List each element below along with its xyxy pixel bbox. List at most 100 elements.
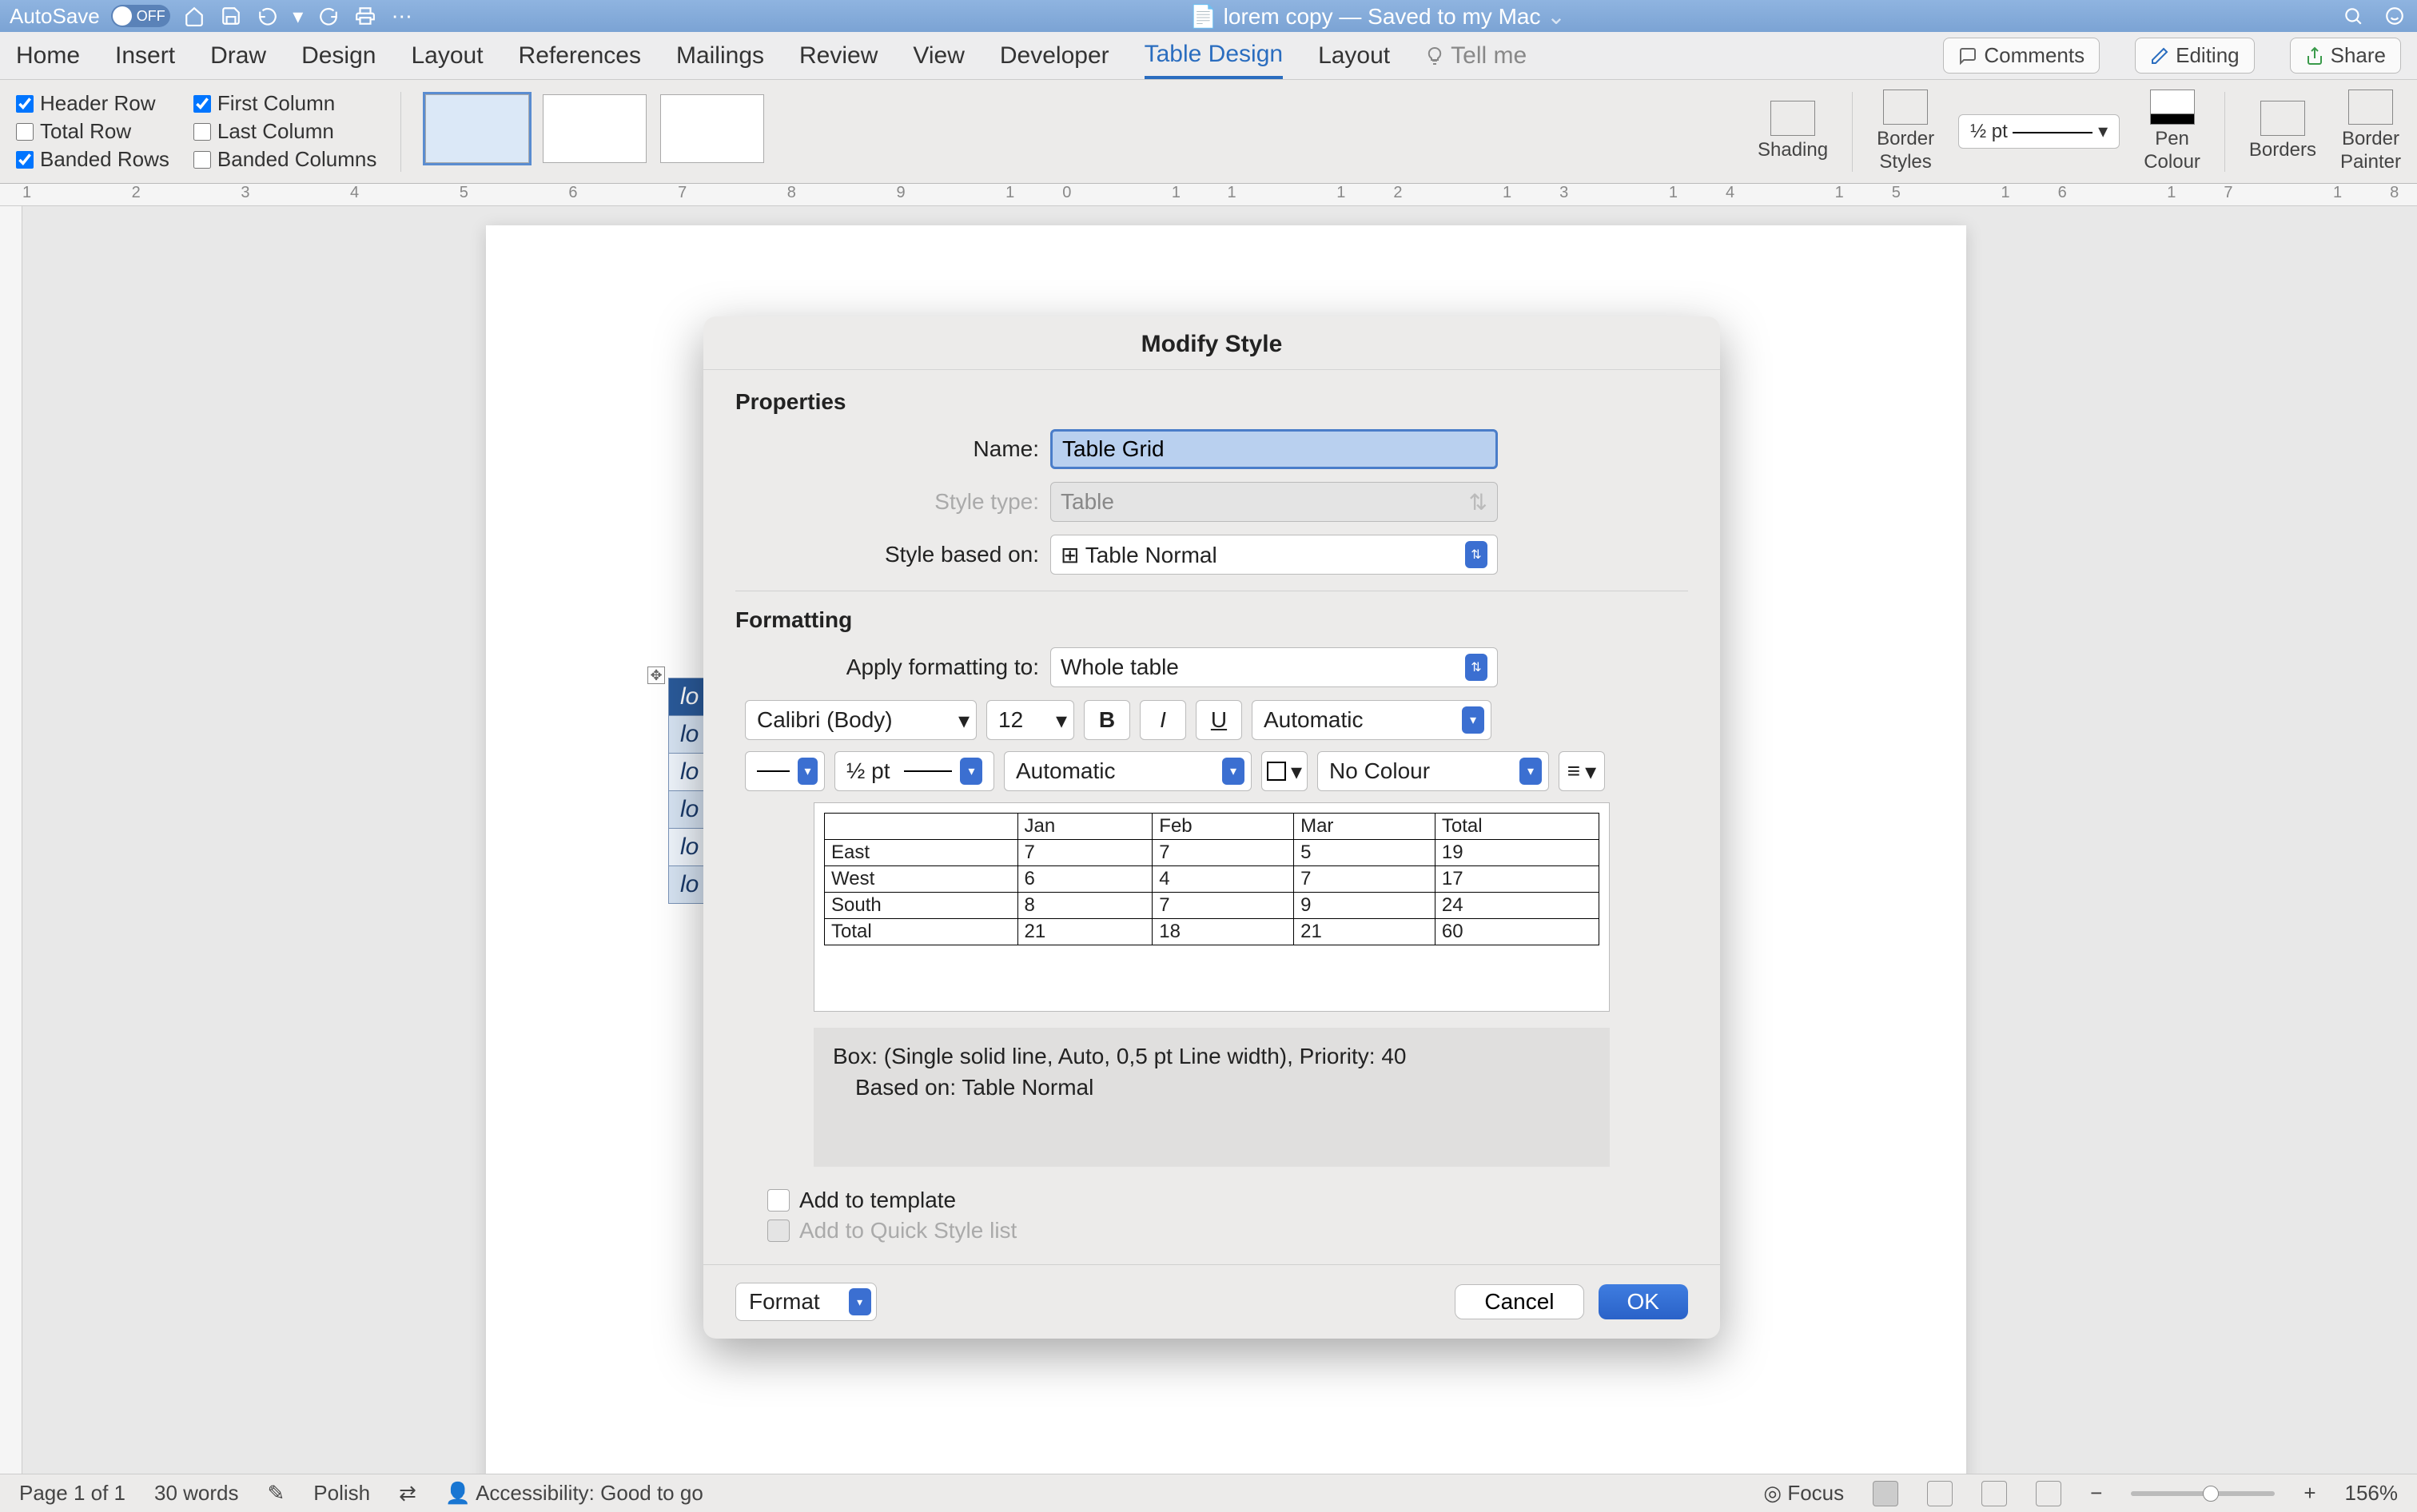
check-first-column[interactable]: First Column xyxy=(193,91,376,116)
ok-button[interactable]: OK xyxy=(1599,1284,1688,1319)
cancel-button[interactable]: Cancel xyxy=(1455,1284,1583,1319)
autosave-toggle[interactable]: OFF xyxy=(111,5,170,27)
accessibility-icon: 👤 xyxy=(445,1481,476,1505)
tab-mailings[interactable]: Mailings xyxy=(676,34,764,78)
tab-layout2[interactable]: Layout xyxy=(1318,34,1390,78)
shading-tool[interactable]: Shading xyxy=(1758,101,1828,162)
tell-me[interactable]: Tell me xyxy=(1425,42,1527,70)
tab-references[interactable]: References xyxy=(519,34,641,78)
basedon-label: Style based on: xyxy=(735,542,1039,567)
border-weight-combo[interactable]: ½ pt ▾ xyxy=(1958,114,2120,149)
table-move-handle[interactable]: ✥ xyxy=(647,666,665,684)
tab-layout[interactable]: Layout xyxy=(411,34,483,78)
undo-dropdown-icon[interactable]: ▾ xyxy=(292,3,305,29)
zoom-in-button[interactable]: + xyxy=(2304,1481,2315,1506)
applyto-label: Apply formatting to: xyxy=(735,655,1039,680)
accessibility-status[interactable]: 👤 Accessibility: Good to go xyxy=(445,1481,703,1506)
canvas: ✥ lo lo lo lo lo lo Modify Style Propert… xyxy=(0,206,2417,1474)
border-painter-tool[interactable]: Border Painter xyxy=(2340,90,2401,174)
zoom-level[interactable]: 156% xyxy=(2345,1481,2399,1506)
line-style-combo[interactable]: ▾ xyxy=(745,751,825,791)
focus-mode[interactable]: ◎ Focus xyxy=(1763,1481,1844,1506)
table-style-thumb-2[interactable] xyxy=(543,94,647,163)
redo-icon[interactable] xyxy=(316,3,341,29)
table-style-thumb-1[interactable] xyxy=(425,94,529,163)
language-indicator[interactable]: Polish xyxy=(313,1481,370,1506)
table-style-thumb-3[interactable] xyxy=(660,94,764,163)
web-layout-view-icon[interactable] xyxy=(1927,1481,1953,1506)
zoom-slider[interactable] xyxy=(2131,1491,2275,1496)
word-count[interactable]: 30 words xyxy=(154,1481,239,1506)
formatting-heading: Formatting xyxy=(735,607,1688,633)
share-icon xyxy=(2305,46,2324,66)
border-preset-button[interactable]: ▾ xyxy=(1261,751,1308,791)
draft-view-icon[interactable] xyxy=(2036,1481,2061,1506)
applyto-select[interactable]: Whole table ⇅ xyxy=(1050,647,1498,687)
font-color-combo[interactable]: Automatic▾ xyxy=(1252,700,1491,740)
share-button[interactable]: Share xyxy=(2290,38,2401,74)
tab-view[interactable]: View xyxy=(913,34,964,78)
borders-tool[interactable]: Borders xyxy=(2249,101,2316,162)
more-icon[interactable]: ⋯ xyxy=(389,3,415,29)
horizontal-ruler[interactable]: 1 2 3 4 5 6 7 8 9 10 11 12 13 14 15 16 1… xyxy=(0,184,2417,206)
chevron-updown-icon: ⇅ xyxy=(1465,541,1487,568)
tab-developer[interactable]: Developer xyxy=(1000,34,1109,78)
spellcheck-icon[interactable]: ✎ xyxy=(268,1481,285,1506)
tab-home[interactable]: Home xyxy=(16,34,80,78)
name-input[interactable] xyxy=(1050,429,1498,469)
pencil-icon xyxy=(2150,46,2169,66)
tab-table-design[interactable]: Table Design xyxy=(1145,33,1283,79)
font-size-combo[interactable]: 12▾ xyxy=(986,700,1074,740)
ribbon-tabs: Home Insert Draw Design Layout Reference… xyxy=(0,32,2417,80)
print-icon[interactable] xyxy=(352,3,378,29)
outline-view-icon[interactable] xyxy=(1981,1481,2007,1506)
border-styles-tool[interactable]: Border Styles xyxy=(1877,90,1934,174)
check-total-row[interactable]: Total Row xyxy=(16,119,169,144)
preview-table: Jan Feb Mar Total East77519 West64717 So… xyxy=(824,813,1599,945)
align-button[interactable]: ≡▾ xyxy=(1559,751,1605,791)
tab-draw[interactable]: Draw xyxy=(210,34,266,78)
print-layout-view-icon[interactable] xyxy=(1873,1481,1898,1506)
document-title: 📄 lorem copy — Saved to my Mac ⌄ xyxy=(415,3,2340,30)
search-icon[interactable] xyxy=(2340,3,2366,29)
tab-review[interactable]: Review xyxy=(799,34,878,78)
focus-icon: ◎ xyxy=(1763,1481,1787,1505)
bold-button[interactable]: B xyxy=(1084,700,1130,740)
name-label: Name: xyxy=(735,436,1039,462)
underline-button[interactable]: U xyxy=(1196,700,1242,740)
font-name-combo[interactable]: Calibri (Body)▾ xyxy=(745,700,977,740)
check-banded-columns[interactable]: Banded Columns xyxy=(193,147,376,172)
undo-icon[interactable] xyxy=(255,3,281,29)
italic-button[interactable]: I xyxy=(1140,700,1186,740)
add-to-template-check[interactable]: Add to template xyxy=(767,1188,1688,1213)
basedon-select[interactable]: ⊞ Table Normal ⇅ xyxy=(1050,535,1498,575)
preview: Jan Feb Mar Total East77519 West64717 So… xyxy=(814,802,1610,1012)
check-last-column[interactable]: Last Column xyxy=(193,119,376,144)
dialog-title: Modify Style xyxy=(703,316,1720,370)
format-dropdown[interactable]: Format▾ xyxy=(735,1283,877,1321)
line-weight-combo[interactable]: ½ pt▾ xyxy=(834,751,994,791)
styletype-label: Style type: xyxy=(735,489,1039,515)
fill-color-combo[interactable]: No Colour▾ xyxy=(1317,751,1549,791)
check-banded-rows[interactable]: Banded Rows xyxy=(16,147,169,172)
pen-colour-tool[interactable]: Pen Colour xyxy=(2144,90,2200,174)
feedback-icon[interactable] xyxy=(2382,3,2407,29)
editing-button[interactable]: Editing xyxy=(2135,38,2255,74)
page-indicator[interactable]: Page 1 of 1 xyxy=(19,1481,125,1506)
track-changes-icon[interactable]: ⇄ xyxy=(399,1481,416,1506)
properties-heading: Properties xyxy=(735,389,1688,415)
vertical-ruler[interactable] xyxy=(0,206,22,1474)
style-description: Box: (Single solid line, Auto, 0,5 pt Li… xyxy=(814,1028,1610,1167)
comments-button[interactable]: Comments xyxy=(1943,38,2100,74)
line-color-combo[interactable]: Automatic▾ xyxy=(1004,751,1252,791)
tab-insert[interactable]: Insert xyxy=(115,34,175,78)
autosave-label: AutoSave xyxy=(10,4,100,29)
save-icon[interactable] xyxy=(218,3,244,29)
check-header-row[interactable]: Header Row xyxy=(16,91,169,116)
zoom-out-button[interactable]: − xyxy=(2090,1481,2102,1506)
tab-design[interactable]: Design xyxy=(301,34,376,78)
toggle-knob xyxy=(113,6,132,26)
home-icon[interactable] xyxy=(181,3,207,29)
statusbar: Page 1 of 1 30 words ✎ Polish ⇄ 👤 Access… xyxy=(0,1474,2417,1512)
styletype-select: Table⇅ xyxy=(1050,482,1498,522)
